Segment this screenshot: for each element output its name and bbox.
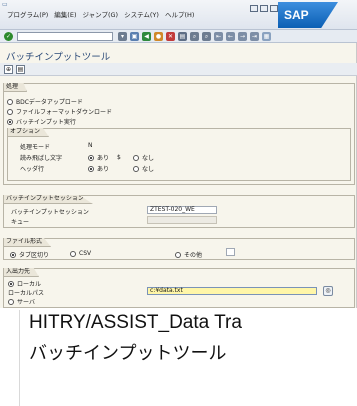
layout-icon[interactable]: ▦ [262, 32, 271, 41]
find-next-icon[interactable]: ⌕ [202, 32, 211, 41]
option-label: あり [97, 166, 110, 173]
radio-tab[interactable] [10, 251, 16, 258]
option-label: BDCデータアップロード [16, 99, 83, 106]
session-group-label: バッチインプットセッション [4, 195, 93, 204]
radio-skip-yes[interactable] [88, 154, 94, 161]
find-icon[interactable]: ⌕ [190, 32, 199, 41]
processing-group: 処理 BDCデータアップロード ファイルフォーマットダウンロード バッチインプッ… [3, 83, 355, 185]
option-label: なし [142, 155, 155, 162]
radio-batch-execute[interactable] [7, 118, 13, 125]
previous-page-icon[interactable]: ← [226, 32, 235, 41]
option-label: CSV [79, 250, 92, 257]
radio-csv[interactable] [70, 250, 76, 257]
option-label: サーバ [17, 299, 35, 306]
io-group-label: 入出力先 [4, 268, 40, 277]
option-label: その他 [184, 252, 203, 259]
window-menu-icon[interactable]: ▭ [2, 1, 8, 8]
minimize-icon[interactable] [250, 5, 258, 12]
radio-header-no[interactable] [133, 165, 139, 172]
local-option[interactable]: ローカル [8, 279, 41, 288]
options-subgroup-label: オプション [8, 128, 50, 137]
option-label: バッチインプット実行 [16, 119, 76, 126]
queue-label: キュー [11, 219, 30, 226]
skip-char-value[interactable]: $ [117, 154, 121, 161]
caption-title: HITRY/ASSIST_Data Tra [29, 312, 242, 333]
standard-toolbar: ✓ ▾ ▣ ◀ ● ✕ ▤ ⌕ ⌕ ⇤ ← → ⇥ ▦ [0, 30, 357, 43]
radio-header-yes[interactable] [88, 165, 94, 172]
option-label: ローカル [17, 281, 42, 288]
mode-label: 処理モード [20, 144, 51, 151]
header-yes-option[interactable]: あり [88, 164, 109, 173]
option-batch-execute[interactable]: バッチインプット実行 [7, 117, 76, 126]
left-margin [0, 310, 20, 406]
option-label: ファイルフォーマットダウンロード [16, 109, 113, 116]
file-browse-icon[interactable]: ◎ [323, 286, 333, 296]
other-delimiter-field[interactable] [226, 248, 235, 256]
menu-system[interactable]: システム(Y) [124, 9, 159, 19]
toolbar-icons: ▾ ▣ ◀ ● ✕ ▤ ⌕ ⌕ ⇤ ← → ⇥ ▦ [118, 32, 271, 41]
last-page-icon[interactable]: ⇥ [250, 32, 259, 41]
queue-field[interactable] [147, 216, 217, 224]
option-label: タブ区切り [19, 252, 50, 259]
server-option[interactable]: サーバ [8, 297, 35, 306]
close-icon[interactable] [270, 5, 278, 12]
radio-bdc-upload[interactable] [7, 98, 13, 105]
local-path-field[interactable]: c:¥data.txt [147, 287, 317, 295]
first-page-icon[interactable]: ⇤ [214, 32, 223, 41]
menu-bar: ▭ プログラム(P) 編集(E) ジャンプ(G) システム(Y) ヘルプ(H) … [0, 0, 357, 30]
application-toolbar: ⊕ ▤ [0, 63, 357, 76]
skip-no-option[interactable]: なし [133, 153, 154, 162]
radio-skip-no[interactable] [133, 154, 139, 161]
format-tab-option[interactable]: タブ区切り [10, 250, 49, 259]
radio-format-download[interactable] [7, 108, 13, 115]
header-no-option[interactable]: なし [133, 164, 154, 173]
exit-icon[interactable]: ● [154, 32, 163, 41]
cancel-icon[interactable]: ✕ [166, 32, 175, 41]
maximize-icon[interactable] [260, 5, 268, 12]
session-group: バッチインプットセッション バッチインプットセッション ZTEST-020_WE… [3, 195, 355, 228]
option-label: あり [97, 155, 110, 162]
io-group: 入出力先 ローカル ローカルパス c:¥data.txt ◎ サーバ [3, 268, 355, 308]
file-format-group-label: ファイル形式 [4, 238, 52, 247]
processing-group-label: 処理 [4, 83, 28, 92]
skip-label: 読み飛ばし文字 [20, 155, 63, 162]
header-label: ヘッダ行 [20, 166, 45, 173]
option-label: なし [142, 166, 155, 173]
sap-window: ▭ プログラム(P) 編集(E) ジャンプ(G) システム(Y) ヘルプ(H) … [0, 0, 357, 308]
menu-goto[interactable]: ジャンプ(G) [82, 9, 118, 19]
menu-edit[interactable]: 編集(E) [54, 9, 76, 19]
radio-other[interactable] [175, 251, 181, 258]
window-controls [250, 5, 278, 12]
menu-help[interactable]: ヘルプ(H) [165, 9, 194, 19]
option-bdc-upload[interactable]: BDCデータアップロード [7, 97, 83, 106]
option-format-download[interactable]: ファイルフォーマットダウンロード [7, 107, 112, 116]
page-title: バッチインプットツール [6, 52, 111, 63]
back-icon[interactable]: ◀ [142, 32, 151, 41]
caption-subtitle: バッチインプットツール [29, 343, 227, 363]
sap-logo: SAP [278, 2, 338, 28]
format-other-option[interactable]: その他 [175, 250, 202, 259]
menu-items: プログラム(P) 編集(E) ジャンプ(G) システム(Y) ヘルプ(H) [7, 9, 194, 19]
skip-yes-option[interactable]: あり $ [88, 153, 121, 162]
radio-local[interactable] [8, 280, 14, 287]
file-format-group: ファイル形式 タブ区切り CSV その他 [3, 238, 355, 260]
options-subgroup: オプション 処理モード N 読み飛ばし文字 あり $ なし ヘッダ行 あり なし [7, 128, 351, 181]
execute-icon[interactable]: ⊕ [4, 65, 13, 74]
menu-program[interactable]: プログラム(P) [7, 9, 48, 19]
radio-server[interactable] [8, 298, 14, 305]
mode-value[interactable]: N [88, 142, 93, 149]
save-icon[interactable]: ▣ [130, 32, 139, 41]
command-field[interactable] [17, 32, 113, 41]
session-field[interactable]: ZTEST-020_WE [147, 206, 217, 214]
session-label: バッチインプットセッション [11, 209, 89, 216]
next-page-icon[interactable]: → [238, 32, 247, 41]
format-csv-option[interactable]: CSV [70, 250, 91, 257]
enter-icon[interactable]: ✓ [4, 32, 13, 41]
print-icon[interactable]: ▤ [178, 32, 187, 41]
dropdown-icon[interactable]: ▾ [118, 32, 127, 41]
variant-icon[interactable]: ▤ [16, 65, 25, 74]
local-path-label: ローカルパス [8, 290, 45, 297]
